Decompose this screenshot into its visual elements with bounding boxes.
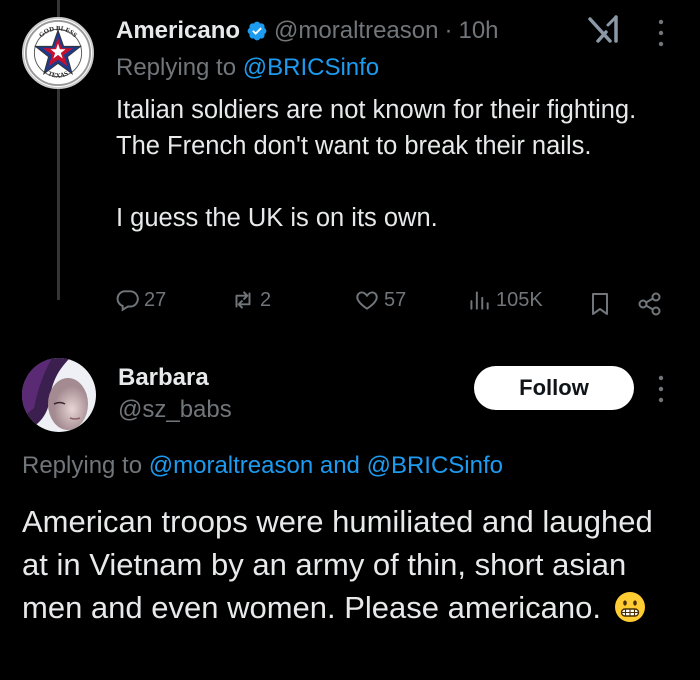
verified-badge-icon bbox=[247, 21, 267, 41]
avatar[interactable]: GOD BLESS TEXAS bbox=[22, 17, 94, 89]
display-name[interactable]: Barbara bbox=[118, 364, 209, 392]
like-button[interactable]: 57 bbox=[354, 287, 406, 313]
replying-to-link[interactable]: @BRICSinfo bbox=[243, 54, 379, 81]
share-icon[interactable] bbox=[636, 291, 664, 317]
replying-to-link[interactable]: @BRICSinfo bbox=[367, 452, 503, 479]
tweet-paragraph: Italian soldiers are not known for their… bbox=[116, 96, 637, 160]
display-name[interactable]: Americano bbox=[116, 17, 240, 45]
reply-icon bbox=[116, 290, 139, 312]
tweet-text: American troops were humiliated and laug… bbox=[22, 500, 682, 629]
views-count: 105K bbox=[496, 288, 543, 311]
bookmark-icon[interactable] bbox=[588, 291, 612, 317]
reply-button[interactable]: 27 bbox=[114, 287, 166, 313]
reply-count: 27 bbox=[144, 288, 167, 311]
repost-button[interactable]: 2 bbox=[230, 287, 271, 313]
avatar[interactable] bbox=[22, 358, 96, 432]
more-options-icon[interactable] bbox=[656, 16, 666, 50]
handle[interactable]: @moraltreason bbox=[274, 17, 438, 45]
replying-to: Replying to @moraltreason and @BRICSinfo bbox=[22, 452, 503, 480]
tweet-paragraph: I guess the UK is on its own. bbox=[116, 204, 438, 232]
repost-count: 2 bbox=[260, 288, 272, 311]
separator-dot: · bbox=[444, 17, 453, 44]
grok-icon[interactable] bbox=[586, 14, 622, 46]
timestamp[interactable]: 10h bbox=[458, 17, 498, 45]
follow-button[interactable]: Follow bbox=[474, 366, 634, 410]
tweet-text: Italian soldiers are not known for their… bbox=[116, 92, 686, 236]
grimacing-face-icon bbox=[614, 592, 645, 622]
tweet-header: Americano @moraltreason · 10h bbox=[116, 14, 499, 48]
views-button[interactable]: 105K bbox=[466, 287, 543, 313]
views-chart-icon bbox=[470, 291, 489, 310]
replying-to: Replying to @BRICSinfo bbox=[116, 54, 379, 82]
tweet-actions: 27 2 57 105K bbox=[0, 287, 700, 321]
heart-icon bbox=[356, 291, 378, 310]
more-options-icon[interactable] bbox=[656, 372, 666, 406]
repost-icon bbox=[235, 291, 251, 309]
replying-prefix: Replying to bbox=[116, 54, 243, 81]
tweet-body-text: American troops were humiliated and laug… bbox=[22, 504, 653, 625]
replying-prefix: Replying to bbox=[22, 452, 149, 479]
replying-and: and bbox=[313, 452, 367, 479]
handle[interactable]: @sz_babs bbox=[118, 396, 232, 424]
replying-to-link[interactable]: @moraltreason bbox=[149, 452, 313, 479]
like-count: 57 bbox=[384, 288, 407, 311]
